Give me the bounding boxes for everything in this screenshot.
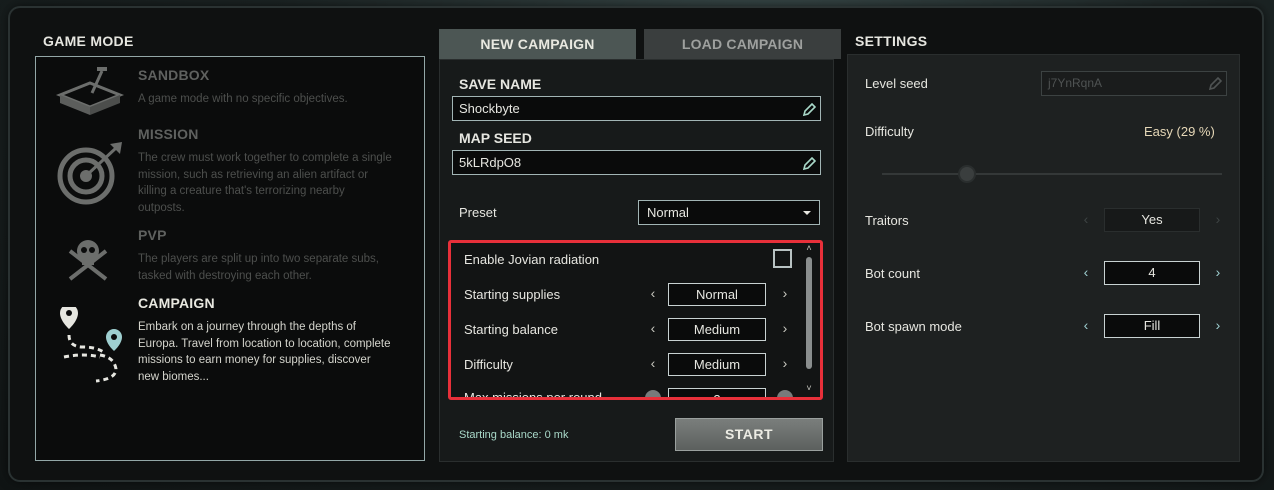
starting-supplies-value: Normal — [668, 283, 766, 306]
mode-sandbox[interactable]: SANDBOX A game mode with no specific obj… — [36, 67, 424, 122]
mode-mission[interactable]: MISSION The crew must work together to c… — [36, 126, 424, 218]
campaign-settings-box: Enable Jovian radiation Starting supplie… — [448, 240, 823, 400]
save-name-label: SAVE NAME — [459, 76, 542, 92]
bot-count-label: Bot count — [865, 266, 920, 281]
map-seed-value: 5kLRdpO8 — [459, 155, 522, 170]
mode-description: Embark on a journey through the depths o… — [138, 321, 391, 383]
starting-supplies-label: Starting supplies — [464, 287, 561, 302]
preset-dropdown[interactable]: Normal — [638, 200, 820, 225]
chevron-left-icon[interactable]: ‹ — [647, 285, 659, 301]
traitors-value: Yes — [1104, 208, 1200, 232]
difficulty-label: Difficulty — [464, 357, 513, 372]
chevron-left-icon[interactable]: ‹ — [647, 320, 659, 336]
preset-label: Preset — [459, 205, 497, 220]
difficulty-value: Medium — [668, 353, 766, 376]
chevron-right-icon: › — [1215, 211, 1221, 227]
scroll-down-icon[interactable]: ˅ — [803, 383, 815, 393]
jovian-radiation-checkbox[interactable] — [773, 249, 792, 268]
difficulty-slider-track — [882, 173, 1222, 175]
difficulty-setting-value: Easy (29 %) — [1144, 124, 1215, 139]
start-button[interactable]: START — [675, 418, 823, 451]
tab-load-campaign[interactable]: LOAD CAMPAIGN — [644, 29, 841, 59]
chevron-left-icon[interactable]: ‹ — [1080, 264, 1092, 280]
tab-new-campaign[interactable]: NEW CAMPAIGN — [439, 29, 636, 59]
max-missions-value: 2 — [668, 388, 766, 397]
sandbox-icon — [50, 65, 130, 121]
mode-title: CAMPAIGN — [138, 295, 215, 311]
mode-title: PVP — [138, 227, 167, 243]
chevron-left-icon[interactable]: ‹ — [647, 355, 659, 371]
mode-title: SANDBOX — [138, 67, 210, 83]
traitors-label: Traitors — [865, 213, 909, 228]
route-icon — [50, 304, 130, 387]
minus-icon[interactable] — [645, 390, 661, 397]
chevron-left-icon: ‹ — [1083, 211, 1089, 227]
mode-description: The players are split up into two separa… — [138, 253, 379, 282]
save-name-value: Shockbyte — [459, 101, 520, 116]
chevron-right-icon[interactable]: › — [1212, 317, 1224, 333]
mode-pvp[interactable]: PVP The players are split up into two se… — [36, 227, 424, 287]
chevron-left-icon[interactable]: ‹ — [1080, 317, 1092, 333]
difficulty-setting-label: Difficulty — [865, 124, 914, 139]
chevron-right-icon[interactable]: › — [1212, 264, 1224, 280]
bot-spawn-mode-value: Fill — [1104, 314, 1200, 338]
game-mode-title: GAME MODE — [43, 33, 134, 49]
mode-description: The crew must work together to complete … — [138, 152, 392, 214]
difficulty-slider-handle — [958, 165, 976, 183]
pencil-icon — [1208, 76, 1223, 91]
game-mode-list: SANDBOX A game mode with no specific obj… — [35, 56, 425, 461]
skull-crossbones-icon — [50, 233, 130, 283]
mode-campaign[interactable]: CAMPAIGN Embark on a journey through the… — [36, 295, 424, 390]
map-seed-input[interactable]: 5kLRdpO8 — [452, 150, 821, 175]
level-seed-value: j7YnRqnA — [1048, 76, 1103, 90]
max-missions-label: Max missions per round — [464, 390, 602, 400]
chevron-down-icon — [803, 211, 811, 215]
level-seed-input: j7YnRqnA — [1041, 71, 1227, 96]
starting-balance-value: Medium — [668, 318, 766, 341]
jovian-radiation-label: Enable Jovian radiation — [464, 252, 600, 267]
chevron-right-icon[interactable]: › — [779, 355, 791, 371]
starting-balance-label: Starting balance — [464, 322, 558, 337]
pencil-icon[interactable] — [802, 101, 817, 117]
settings-panel — [847, 54, 1240, 462]
scroll-up-icon[interactable]: ˄ — [803, 243, 815, 253]
save-name-input[interactable]: Shockbyte — [452, 96, 821, 121]
bot-spawn-mode-label: Bot spawn mode — [865, 319, 962, 334]
preset-value: Normal — [647, 205, 689, 220]
settings-title: SETTINGS — [855, 33, 928, 49]
mode-description: A game mode with no specific objectives. — [138, 93, 348, 105]
chevron-right-icon[interactable]: › — [779, 320, 791, 336]
chevron-right-icon[interactable]: › — [779, 285, 791, 301]
plus-icon[interactable] — [777, 390, 793, 397]
pencil-icon[interactable] — [802, 155, 817, 171]
target-icon — [50, 138, 130, 208]
mode-title: MISSION — [138, 126, 199, 142]
level-seed-label: Level seed — [865, 76, 928, 91]
bot-count-value: 4 — [1104, 261, 1200, 285]
map-seed-label: MAP SEED — [459, 130, 532, 146]
starting-balance-status: Starting balance: 0 mk — [459, 429, 569, 441]
scrollbar-thumb[interactable] — [806, 257, 812, 369]
